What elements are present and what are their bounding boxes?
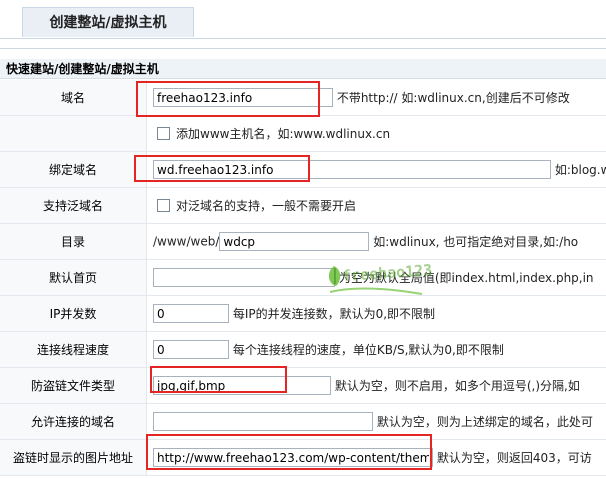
allowed-domains-label: 允许连接的域名	[0, 403, 147, 440]
hotlink-label: 防盗链文件类型	[0, 367, 147, 404]
index-hint: 为空为默认全局值(即index.html,index.php,in	[338, 271, 594, 285]
directory-hint: 如:wdlinux, 也可指定绝对目录,如:/ho	[373, 235, 579, 249]
form-row-hotlink: 防盗链文件类型 默认为空，则不启用，如多个用逗号(,)分隔,如	[0, 367, 606, 404]
domain-label: 域名	[0, 80, 147, 116]
index-input[interactable]	[153, 268, 335, 287]
wildcard-label: 支持泛域名	[0, 187, 147, 224]
form-row-speed: 连接线程速度 每个连接线程的速度，单位KB/S,默认为0,即不限制	[0, 331, 606, 368]
image-url-label: 盗链时显示的图片地址	[0, 439, 147, 476]
ip-conn-hint: 每IP的并发连接数，默认为0,即不限制	[232, 307, 436, 321]
domain-hint: 不带http:// 如:wdlinux.cn,创建后不可修改	[336, 91, 570, 105]
form-row-add-www: 添加www主机名，如:www.wdlinux.cn	[0, 115, 606, 152]
wildcard-checkbox[interactable]	[157, 199, 170, 212]
form-row-directory: 目录 /www/web/ 如:wdlinux, 也可指定绝对目录,如:/ho	[0, 223, 606, 260]
speed-hint: 每个连接线程的速度，单位KB/S,默认为0,即不限制	[232, 343, 504, 357]
wildcard-checkbox-label: 对泛域名的支持，一般不需要开启	[176, 199, 357, 213]
ip-conn-input[interactable]	[153, 304, 229, 323]
bind-domain-input[interactable]	[153, 160, 551, 179]
form-panel: 快速建站/创建整站/虚拟主机 域名 不带http:// 如:wdlinux.cn…	[0, 48, 606, 478]
form-row-bind-domain: 绑定域名 如:blog.w	[0, 151, 606, 188]
hotlink-input[interactable]	[153, 376, 331, 395]
add-www-label: 添加www主机名，如:www.wdlinux.cn	[176, 127, 391, 141]
bind-domain-label: 绑定域名	[0, 151, 147, 188]
tab-create-site[interactable]: 创建整站/虚拟主机	[22, 7, 194, 37]
form-row-ip-conn: IP并发数 每IP的并发连接数，默认为0,即不限制	[0, 295, 606, 332]
form-row-image-url: 盗链时显示的图片地址 默认为空，则返回403，可访	[0, 439, 606, 476]
domain-input[interactable]	[153, 88, 333, 107]
allowed-domains-hint: 默认为空，则为上述绑定的域名，此处可	[376, 415, 593, 429]
directory-label: 目录	[0, 223, 147, 260]
site-form: 域名 不带http:// 如:wdlinux.cn,创建后不可修改 添加www主…	[0, 80, 606, 476]
image-url-hint: 默认为空，则返回403，可访	[436, 451, 592, 465]
directory-input[interactable]	[219, 232, 370, 251]
form-row-wildcard: 支持泛域名 对泛域名的支持，一般不需要开启	[0, 187, 606, 224]
hotlink-hint: 默认为空，则不启用，如多个用逗号(,)分隔,如	[334, 379, 580, 393]
ip-conn-label: IP并发数	[0, 295, 147, 332]
index-label: 默认首页	[0, 259, 147, 296]
section-title: 快速建站/创建整站/虚拟主机	[0, 59, 606, 79]
allowed-domains-input[interactable]	[153, 412, 373, 431]
tab-bar: 创建整站/虚拟主机	[0, 0, 606, 39]
form-row-domain: 域名 不带http:// 如:wdlinux.cn,创建后不可修改	[0, 80, 606, 116]
add-www-checkbox[interactable]	[157, 127, 170, 140]
bind-domain-hint: 如:blog.w	[554, 163, 606, 177]
form-row-allowed-domains: 允许连接的域名 默认为空，则为上述绑定的域名，此处可	[0, 403, 606, 440]
directory-prefix: /www/web/	[153, 234, 220, 249]
speed-input[interactable]	[153, 340, 229, 359]
speed-label: 连接线程速度	[0, 331, 147, 368]
image-url-input[interactable]	[153, 448, 433, 467]
add-www-label-cell	[0, 115, 147, 152]
form-row-index: 默认首页 为空为默认全局值(即index.html,index.php,in	[0, 259, 606, 296]
